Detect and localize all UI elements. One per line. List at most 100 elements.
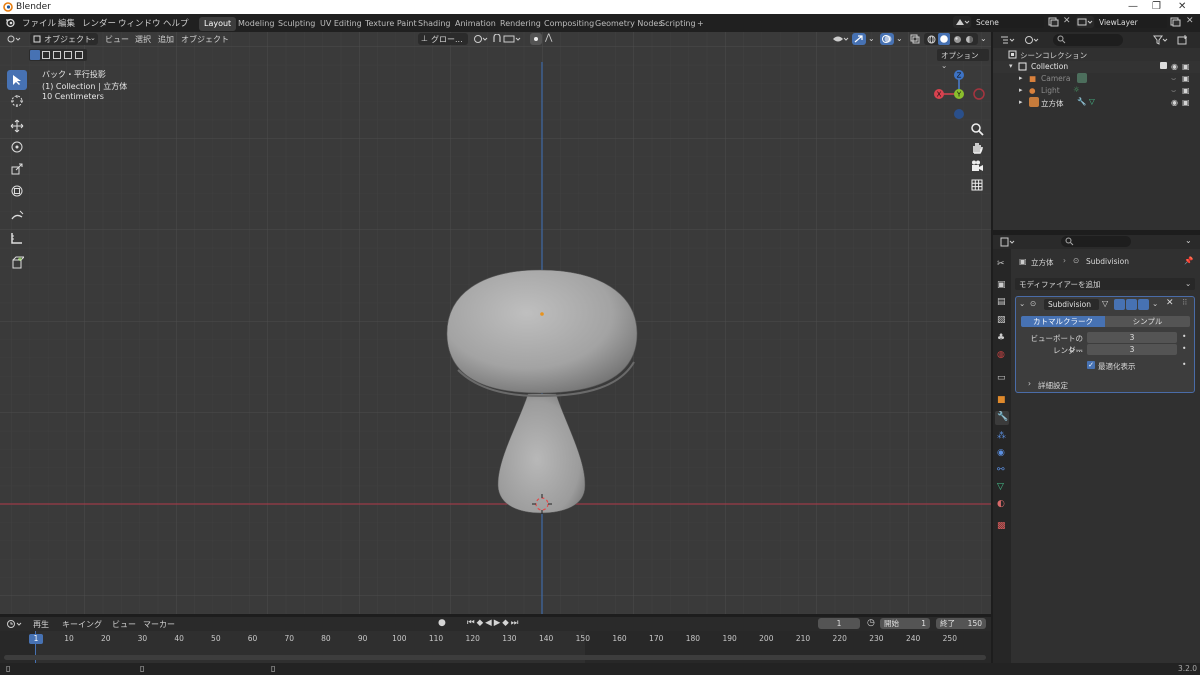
outliner-editor-type-icon[interactable]	[1000, 35, 1016, 45]
select-extend-icon[interactable]	[42, 51, 50, 59]
keyframe-dot-icon[interactable]: •	[1182, 360, 1186, 369]
minimize-button[interactable]: —	[1128, 1, 1138, 12]
tab-uv-editing[interactable]: UV Editing	[315, 17, 367, 31]
overlay-toggle-button[interactable]	[880, 33, 894, 45]
transform-tool[interactable]	[7, 181, 27, 201]
chevron-down-icon[interactable]: ⌄	[980, 34, 987, 43]
rotate-tool[interactable]	[7, 137, 27, 157]
menu-render[interactable]: レンダー	[82, 17, 116, 29]
menu-window[interactable]: ウィンドウ	[118, 17, 161, 29]
display-mode-icon[interactable]	[1024, 35, 1040, 45]
outliner-row-light[interactable]: ▸ ● Light ☼ ⌣ ▣	[993, 85, 1200, 97]
start-frame-field[interactable]: 開始 1	[880, 618, 930, 629]
collection-tab-icon[interactable]: ▭	[997, 373, 1006, 383]
particles-tab-icon[interactable]: ⁂	[997, 431, 1006, 441]
material-tab-icon[interactable]: ◐	[997, 499, 1005, 509]
view-layer-tab-icon[interactable]: ▧	[997, 315, 1006, 325]
camera-render-icon[interactable]: ▣	[1182, 62, 1190, 71]
tab-sculpting[interactable]: Sculpting	[273, 17, 320, 31]
blender-menu-icon[interactable]	[5, 17, 16, 28]
viewport-menu-add[interactable]: 追加	[158, 34, 174, 45]
timeline-scrollbar[interactable]	[4, 655, 986, 660]
close-button[interactable]: ✕	[1178, 1, 1186, 12]
chevron-down-icon[interactable]: ⌄	[1185, 236, 1192, 245]
mushroom-cap[interactable]	[446, 269, 638, 394]
eye-closed-icon[interactable]: ⌣	[1171, 74, 1176, 84]
drag-handle-icon[interactable]: ⠿	[1182, 298, 1188, 307]
annotate-tool[interactable]	[7, 206, 27, 226]
modifier-name-field[interactable]: Subdivision	[1044, 299, 1099, 310]
camera-render-icon[interactable]: ▣	[1182, 98, 1190, 107]
timeline-menu-marker[interactable]: マーカー	[143, 619, 175, 630]
render-tab-icon[interactable]: ▣	[997, 280, 1006, 290]
solid-shading-icon[interactable]	[938, 33, 950, 45]
wireframe-shading-icon[interactable]	[927, 35, 936, 44]
checkbox-icon[interactable]	[1160, 62, 1167, 69]
pin-icon[interactable]: 📌	[1184, 256, 1193, 265]
outliner-row-camera[interactable]: ▸ ■ Camera ⌣ ▣	[993, 73, 1200, 85]
falloff-icon[interactable]: ⋀	[545, 33, 552, 43]
remove-modifier-icon[interactable]: ✕	[1166, 298, 1174, 308]
menu-help[interactable]: ヘルプ	[163, 17, 189, 29]
transform-orientation-selector[interactable]: ⊥ グロー...	[418, 33, 468, 45]
output-tab-icon[interactable]: ▤	[997, 297, 1006, 307]
simple-button[interactable]: シンプル	[1105, 316, 1190, 327]
eye-closed-icon[interactable]: ⌣	[1171, 86, 1176, 96]
new-scene-icon[interactable]	[1048, 17, 1059, 27]
3d-viewport[interactable]: オブジェクト ⌄ ビュー 選択 追加 オブジェクト ⊥ グロー... ⋀ ⌄ ⌄…	[0, 32, 991, 614]
catmull-clark-button[interactable]: カトマルクラーク	[1021, 316, 1105, 327]
camera-render-icon[interactable]: ▣	[1182, 86, 1190, 95]
maximize-button[interactable]: ❐	[1152, 1, 1161, 12]
remove-scene-icon[interactable]: ✕	[1063, 16, 1071, 26]
scale-tool[interactable]	[7, 159, 27, 179]
current-frame-field[interactable]: 1	[818, 618, 860, 629]
navigation-gizmo[interactable]: Z X Y	[930, 67, 990, 127]
render-levels-field[interactable]: 3	[1087, 344, 1177, 355]
camera-render-icon[interactable]: ▣	[1182, 74, 1190, 83]
tool-tab-icon[interactable]: ✂	[997, 259, 1005, 269]
scene-tab-icon[interactable]: ♣	[997, 333, 1005, 343]
zoom-icon[interactable]	[970, 122, 984, 136]
snap-icon[interactable]	[492, 34, 522, 44]
visibility-icon[interactable]	[832, 34, 850, 44]
properties-search-input[interactable]	[1061, 236, 1131, 247]
constraints-tab-icon[interactable]: ⚯	[997, 465, 1005, 475]
outliner-search-input[interactable]	[1053, 34, 1123, 46]
cursor-tool[interactable]	[7, 91, 27, 111]
rendered-shading-icon[interactable]	[965, 35, 974, 44]
expand-arrow-icon[interactable]: ▸	[1019, 98, 1023, 106]
filter-icon[interactable]	[1153, 35, 1169, 45]
add-cube-tool[interactable]	[7, 253, 27, 273]
collapse-arrow-icon[interactable]: ⌄	[1019, 299, 1025, 308]
editor-type-icon[interactable]	[7, 34, 23, 44]
pivot-icon[interactable]	[473, 34, 489, 44]
timeline-menu-view[interactable]: ビュー	[112, 619, 136, 630]
expand-arrow-icon[interactable]: ▾	[1009, 62, 1013, 70]
new-viewlayer-icon[interactable]	[1170, 17, 1181, 27]
physics-tab-icon[interactable]: ◉	[997, 448, 1005, 458]
camera-view-icon[interactable]	[970, 159, 984, 173]
tab-layout[interactable]: Layout	[199, 17, 237, 31]
viewport-menu-view[interactable]: ビュー	[105, 34, 129, 45]
viewport-menu-object[interactable]: オブジェクト	[181, 34, 229, 45]
chevron-down-icon[interactable]: ⌄	[868, 34, 875, 43]
measure-tool[interactable]	[7, 228, 27, 248]
outliner-row-collection[interactable]: ▾ Collection ◉ ▣	[993, 61, 1200, 73]
timeline-menu-playback[interactable]: 再生	[33, 619, 49, 630]
select-subtract-icon[interactable]	[53, 51, 61, 59]
select-invert-icon[interactable]	[64, 51, 72, 59]
texture-tab-icon[interactable]: ▩	[997, 521, 1006, 531]
timeline-menu-keying[interactable]: キーイング	[62, 619, 102, 630]
advanced-section-label[interactable]: 詳細設定	[1038, 380, 1068, 391]
playback-controls[interactable]: ⏮◆◀▶◆⏭	[467, 618, 520, 628]
object-tab-icon[interactable]: ■	[997, 395, 1006, 405]
data-tab-icon[interactable]: ▽	[997, 482, 1004, 492]
expand-arrow-icon[interactable]: ▸	[1019, 74, 1023, 82]
remove-viewlayer-icon[interactable]: ✕	[1186, 16, 1194, 26]
record-keyframe-icon[interactable]: ●	[438, 618, 446, 628]
chevron-down-icon[interactable]: ⌄	[896, 34, 903, 43]
timeline-editor-type-icon[interactable]	[7, 619, 23, 629]
add-modifier-dropdown[interactable]: モディファイアーを追加 ⌄	[1015, 278, 1195, 290]
viewlayer-name-field[interactable]: ViewLayer	[1095, 16, 1167, 28]
scene-name-field[interactable]: Scene	[972, 16, 1044, 28]
